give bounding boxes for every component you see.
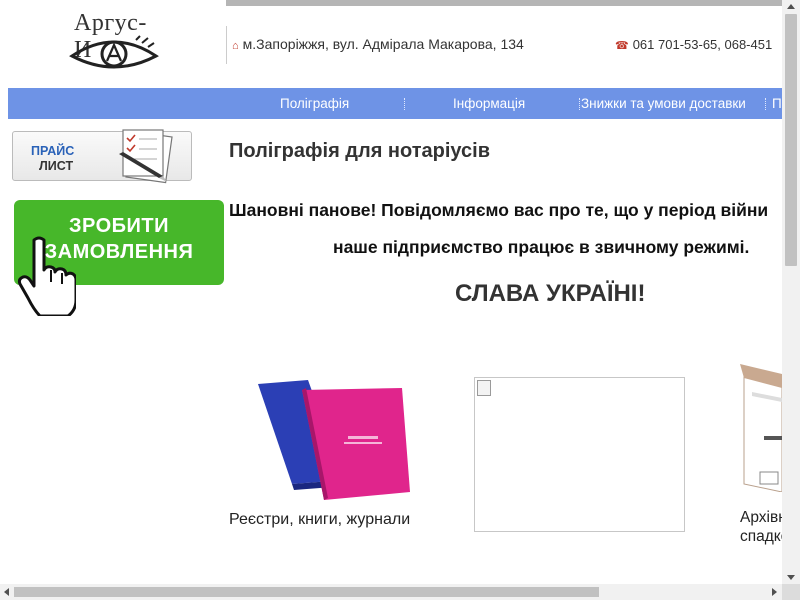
page-title: Поліграфія для нотаріусів bbox=[229, 140, 491, 162]
home-icon: ⌂ bbox=[232, 40, 239, 52]
nav-separator bbox=[765, 98, 766, 110]
notice-line1: Шановні панове! Повідомляємо вас про те,… bbox=[229, 200, 769, 220]
logo[interactable]: Аргус-И bbox=[66, 6, 162, 76]
nav-separator bbox=[579, 98, 580, 110]
price-list-button[interactable]: ПРАЙС ЛИСТ bbox=[12, 129, 192, 184]
document-checklist-icon bbox=[119, 129, 173, 184]
product-caption-archive[interactable]: Архівні спадкові bbox=[740, 508, 784, 546]
horizontal-scrollbar[interactable] bbox=[0, 584, 782, 600]
broken-image-icon bbox=[477, 380, 491, 396]
price-line1: ПРАЙС bbox=[31, 144, 75, 158]
archive-caption-line1: Архівні bbox=[740, 509, 784, 526]
nav-item-znyzhky[interactable]: Знижки та умови доставки bbox=[581, 88, 746, 119]
slogan: СЛАВА УКРАЇНІ! bbox=[455, 280, 646, 307]
vertical-scroll-thumb[interactable] bbox=[785, 14, 797, 266]
phone[interactable]: ☎ 061 701-53-65, 068-451 bbox=[615, 37, 783, 52]
address-text: м.Запоріжжя, вул. Адмірала Макарова, 134 bbox=[242, 36, 524, 52]
product-image-registers[interactable] bbox=[252, 378, 412, 502]
scroll-right-icon[interactable] bbox=[772, 588, 777, 596]
vertical-scrollbar[interactable] bbox=[782, 0, 800, 584]
nav-item-more[interactable]: П bbox=[772, 88, 782, 119]
horizontal-scroll-thumb[interactable] bbox=[14, 587, 599, 597]
nav-item-poligrafiya[interactable]: Поліграфія bbox=[280, 88, 349, 119]
notice-line2: наше підприємство працює в звичному режи… bbox=[333, 237, 750, 257]
main-nav: Поліграфія Інформація Знижки та умови до… bbox=[8, 88, 782, 119]
price-line2: ЛИСТ bbox=[39, 159, 74, 173]
archive-caption-line2: спадкові bbox=[740, 528, 784, 545]
top-strip bbox=[226, 0, 782, 6]
product-caption-registers[interactable]: Реєстри, книги, журнали bbox=[229, 511, 410, 529]
product-image-archive-box[interactable] bbox=[738, 362, 782, 492]
scroll-down-icon[interactable] bbox=[787, 575, 795, 580]
phone-text: 061 701-53-65, 068-451 bbox=[632, 37, 773, 52]
nav-item-informatsiya[interactable]: Інформація bbox=[453, 88, 525, 119]
phone-icon: ☎ bbox=[615, 40, 629, 52]
price-list-label: ПРАЙС ЛИСТ bbox=[31, 144, 74, 174]
header-divider bbox=[226, 26, 227, 64]
pointer-hand-icon bbox=[17, 236, 76, 316]
scroll-left-icon[interactable] bbox=[4, 588, 9, 596]
address: ⌂ м.Запоріжжя, вул. Адмірала Макарова, 13… bbox=[232, 36, 524, 52]
nav-separator bbox=[404, 98, 405, 110]
scroll-up-icon[interactable] bbox=[787, 4, 795, 9]
eye-logo-icon bbox=[69, 35, 159, 69]
product-image-broken[interactable] bbox=[474, 377, 685, 532]
scrollbar-corner bbox=[782, 584, 800, 600]
